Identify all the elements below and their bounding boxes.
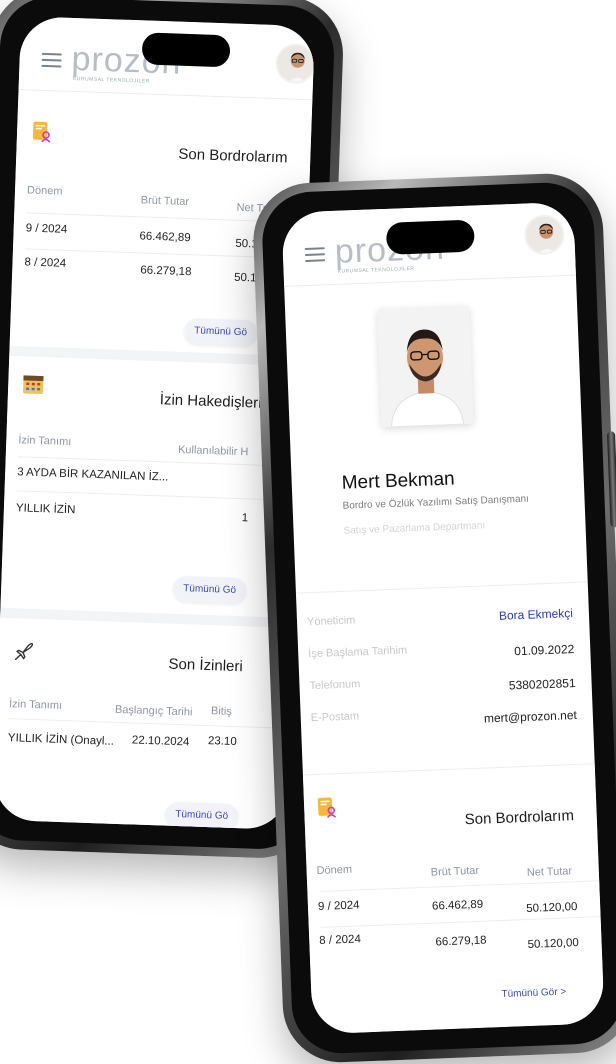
- card-title: İzin Hakedişleri: [160, 391, 262, 412]
- column-header-available: Kullanılabilir H: [178, 444, 249, 458]
- view-all-button[interactable]: Tümünü Gö: [165, 802, 239, 830]
- table-cell: YILLIK İZİN (Onayl...: [8, 732, 114, 748]
- table-cell: 9 / 2024: [26, 222, 68, 235]
- column-header-leave-type: İzin Tanımı: [18, 434, 71, 448]
- card-title: Son Bordrolarım: [178, 146, 288, 167]
- menu-icon[interactable]: [305, 247, 326, 262]
- view-all-button[interactable]: Tümünü Gör >: [491, 979, 577, 1008]
- leave-rights-card: İzin Hakedişleri İzin Tanımı Kullanılabi…: [0, 346, 303, 618]
- email-value: mert@prozon.net: [484, 708, 577, 726]
- power-button: [607, 431, 616, 527]
- table-cell: YILLIK İZİN: [16, 502, 76, 516]
- column-header-gross: Brüt Tutar: [431, 865, 480, 879]
- payroll-doc-icon: [31, 121, 54, 144]
- calendar-icon: [22, 372, 45, 395]
- view-all-button[interactable]: Tümünü Gö: [173, 576, 247, 605]
- profile-photo: [377, 306, 473, 427]
- column-header-leave-type: İzin Tanımı: [9, 698, 62, 712]
- table-cell: 9 / 2024: [318, 899, 360, 913]
- table-cell: 50.120,00: [526, 901, 578, 915]
- employee-department: Satış ve Pazarlama Departmanı: [343, 520, 485, 536]
- employee-role: Bordro ve Özlük Yazılımı Satış Danışmanı: [342, 494, 529, 512]
- table-cell: 50.1: [234, 272, 257, 285]
- table-cell: 66.279,18: [140, 264, 192, 278]
- avatar[interactable]: [275, 43, 315, 84]
- card-title: Son Bordrolarım: [464, 807, 574, 828]
- front-phone: prozon KURUMSAL TEKNOLOJİLER: [251, 172, 616, 1064]
- employee-name: Mert Bekman: [341, 468, 455, 494]
- info-label-start-date: İşe Başlama Tarihim: [308, 644, 407, 660]
- last-leaves-card: Son İzinleri İzin Tanımı Başlangıç Tarih…: [0, 608, 294, 830]
- column-header-period: Dönem: [316, 864, 352, 877]
- table-cell: 3 AYDA BİR KAZANILAN İZ...: [17, 466, 169, 483]
- info-label-phone: Telefonum: [309, 678, 360, 692]
- column-header-net: Net Tutar: [527, 865, 573, 879]
- info-label-manager: Yöneticim: [307, 614, 356, 628]
- table-cell: 66.279,18: [435, 935, 487, 949]
- payroll-doc-icon: [316, 796, 339, 819]
- logo-subtitle: KURUMSAL TEKNOLOJİLER: [73, 76, 150, 85]
- column-header-end-date: Bitiş: [211, 705, 232, 718]
- manager-link[interactable]: Bora Ekmekçi: [499, 606, 574, 623]
- table-cell: 50.120,00: [527, 937, 579, 951]
- avatar[interactable]: [524, 214, 566, 256]
- info-label-email: E-Postam: [311, 710, 360, 724]
- payroll-card: Son Bordrolarım Dönem Brüt Tutar Net Tut…: [303, 763, 605, 1034]
- column-header-start-date: Başlangıç Tarihi: [115, 704, 193, 719]
- table-cell: 1: [242, 512, 249, 524]
- airplane-icon: [13, 640, 36, 663]
- table-cell: 66.462,89: [139, 230, 191, 244]
- start-date-value: 01.09.2022: [514, 642, 575, 658]
- table-cell: 8 / 2024: [24, 256, 66, 269]
- dynamic-island: [386, 220, 475, 255]
- front-phone-screen: prozon KURUMSAL TEKNOLOJİLER: [281, 202, 604, 1035]
- phone-bezel: prozon KURUMSAL TEKNOLOJİLER: [261, 181, 616, 1055]
- table-cell: 23.10: [208, 735, 237, 748]
- column-header-gross: Brüt Tutar: [141, 194, 190, 208]
- table-cell: 66.462,89: [432, 899, 484, 913]
- menu-icon[interactable]: [41, 53, 61, 68]
- phone-value: 5380202851: [509, 676, 576, 693]
- dynamic-island: [142, 32, 231, 67]
- table-cell: 8 / 2024: [319, 933, 361, 947]
- card-title: Son İzinleri: [168, 656, 243, 676]
- column-header-period: Dönem: [27, 184, 63, 197]
- table-cell: 22.10.2024: [132, 734, 190, 748]
- view-all-button[interactable]: Tümünü Gö: [184, 318, 258, 347]
